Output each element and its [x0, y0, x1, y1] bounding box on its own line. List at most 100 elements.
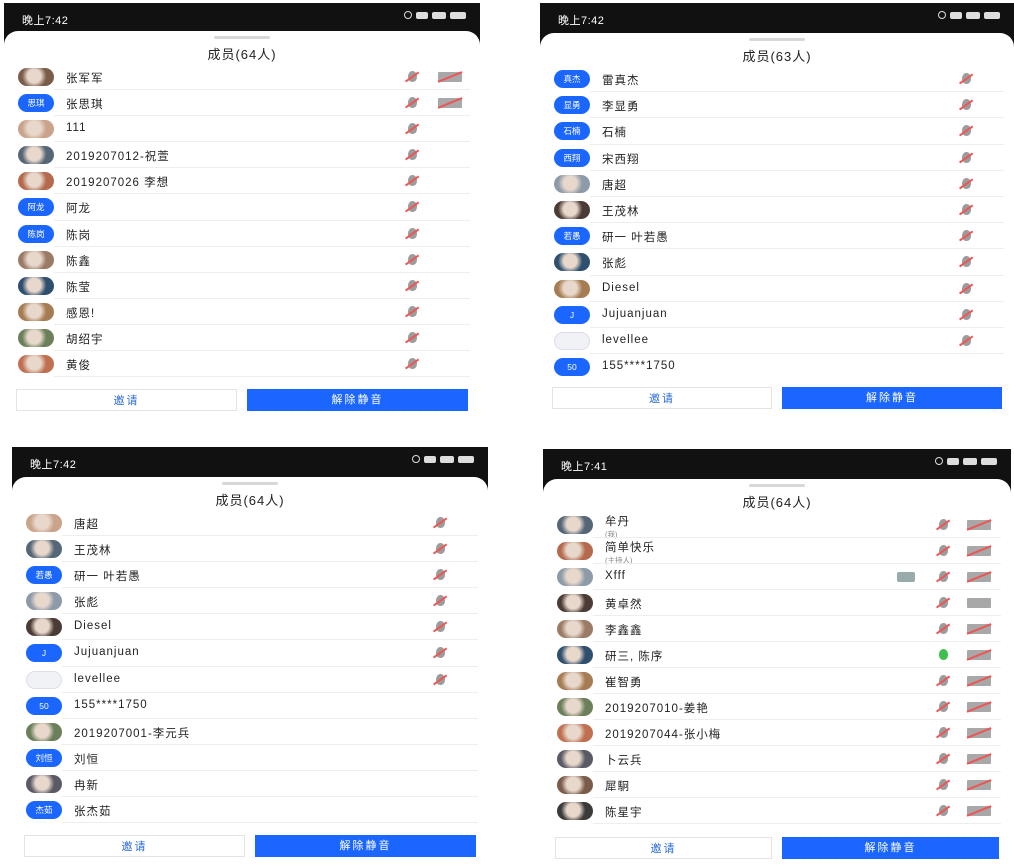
member-row[interactable]: 胡绍宇: [4, 325, 480, 352]
microphone-muted-icon[interactable]: [962, 230, 971, 242]
member-row[interactable]: 真杰 雷真杰: [540, 66, 1014, 93]
member-row[interactable]: 张军军: [4, 64, 480, 91]
microphone-muted-icon[interactable]: [962, 125, 971, 137]
microphone-muted-icon[interactable]: [939, 753, 948, 764]
microphone-muted-icon[interactable]: [939, 519, 948, 530]
drag-handle[interactable]: [749, 38, 805, 41]
member-row[interactable]: 李鑫鑫: [543, 616, 1011, 642]
microphone-muted-icon[interactable]: [436, 595, 445, 607]
microphone-muted-icon[interactable]: [408, 175, 417, 187]
member-row[interactable]: Diesel: [540, 276, 1014, 302]
member-row[interactable]: 唐超: [540, 171, 1014, 197]
member-row[interactable]: Xfff: [543, 564, 1011, 590]
invite-button[interactable]: 邀请: [555, 837, 772, 859]
camera-off-icon[interactable]: [967, 546, 991, 556]
camera-off-icon[interactable]: [967, 728, 991, 738]
drag-handle[interactable]: [222, 482, 278, 485]
microphone-muted-icon[interactable]: [939, 805, 948, 816]
invite-button[interactable]: 邀请: [24, 835, 245, 857]
member-row[interactable]: 若愚 研一 叶若愚: [540, 223, 1014, 250]
member-row[interactable]: 感恩!: [4, 299, 480, 325]
microphone-muted-icon[interactable]: [962, 177, 971, 189]
member-row[interactable]: 50 155****1750: [12, 693, 488, 719]
camera-off-icon[interactable]: [967, 520, 991, 530]
microphone-muted-icon[interactable]: [408, 201, 417, 213]
member-row[interactable]: 杰茹 张杰茹: [12, 797, 488, 824]
member-row[interactable]: 若愚 研一 叶若愚: [12, 562, 488, 589]
microphone-muted-icon[interactable]: [962, 256, 971, 268]
member-row[interactable]: 思琪 张思琪: [4, 90, 480, 117]
member-row[interactable]: 50 155****1750: [540, 354, 1014, 379]
unmute-all-button[interactable]: 解除静音: [782, 387, 1002, 409]
member-row[interactable]: 阿龙 阿龙: [4, 194, 480, 221]
microphone-muted-icon[interactable]: [962, 334, 971, 346]
microphone-muted-icon[interactable]: [408, 97, 417, 109]
microphone-icon[interactable]: [939, 649, 948, 660]
camera-off-icon[interactable]: [967, 754, 991, 764]
microphone-muted-icon[interactable]: [408, 71, 417, 82]
member-row[interactable]: 王茂林: [12, 536, 488, 563]
microphone-muted-icon[interactable]: [939, 701, 948, 712]
camera-off-icon[interactable]: [967, 780, 991, 790]
member-row[interactable]: 陈岗 陈岗: [4, 221, 480, 247]
drag-handle[interactable]: [214, 36, 270, 39]
member-row[interactable]: 2019207044-张小梅: [543, 720, 1011, 746]
member-row[interactable]: 研三, 陈序: [543, 642, 1011, 668]
unmute-all-button[interactable]: 解除静音: [255, 835, 476, 857]
member-row[interactable]: 西翔 宋西翔: [540, 145, 1014, 171]
microphone-muted-icon[interactable]: [939, 779, 948, 790]
microphone-muted-icon[interactable]: [962, 203, 971, 215]
microphone-muted-icon[interactable]: [436, 647, 445, 659]
microphone-muted-icon[interactable]: [436, 673, 445, 685]
member-row[interactable]: 2019207012-祝萱: [4, 142, 480, 169]
member-row[interactable]: 刘恒 刘恒: [12, 745, 488, 771]
microphone-muted-icon[interactable]: [962, 73, 971, 84]
member-row[interactable]: 牟丹 (我): [543, 512, 1011, 539]
member-row[interactable]: 陈鑫: [4, 247, 480, 273]
microphone-muted-icon[interactable]: [436, 517, 445, 528]
invite-button[interactable]: 邀请: [16, 389, 237, 411]
member-row[interactable]: 简单快乐 (主持人): [543, 538, 1011, 565]
member-row[interactable]: 张彪: [540, 249, 1014, 276]
microphone-muted-icon[interactable]: [939, 597, 948, 608]
microphone-muted-icon[interactable]: [939, 545, 948, 556]
microphone-muted-icon[interactable]: [436, 543, 445, 555]
microphone-muted-icon[interactable]: [939, 727, 948, 738]
camera-off-icon[interactable]: [967, 624, 991, 634]
unmute-all-button[interactable]: 解除静音: [782, 837, 999, 859]
microphone-muted-icon[interactable]: [436, 569, 445, 581]
microphone-muted-icon[interactable]: [939, 623, 948, 634]
member-row[interactable]: 唐超: [12, 510, 488, 537]
microphone-muted-icon[interactable]: [436, 621, 445, 633]
member-list[interactable]: 唐超 王茂林 若愚 研一 叶若愚 张彪 Diesel J Jujuanjuan levellee…: [12, 510, 488, 827]
microphone-muted-icon[interactable]: [408, 227, 417, 239]
camera-off-icon[interactable]: [438, 72, 462, 82]
member-row[interactable]: J Jujuanjuan: [12, 640, 488, 667]
microphone-muted-icon[interactable]: [408, 305, 417, 317]
member-row[interactable]: 2019207010-姜艳: [543, 694, 1011, 720]
member-row[interactable]: 冉新: [12, 771, 488, 798]
microphone-muted-icon[interactable]: [939, 571, 948, 582]
microphone-muted-icon[interactable]: [962, 99, 971, 111]
microphone-muted-icon[interactable]: [408, 253, 417, 265]
camera-off-icon[interactable]: [967, 572, 991, 582]
member-list[interactable]: 张军军 思琪 张思琪 111 2019207012-祝萱 2019207026 李想 阿龙阿…: [4, 64, 480, 381]
microphone-muted-icon[interactable]: [408, 279, 417, 291]
camera-off-icon[interactable]: [967, 702, 991, 712]
member-row[interactable]: 卜云兵: [543, 746, 1011, 772]
camera-off-icon[interactable]: [967, 676, 991, 686]
unmute-all-button[interactable]: 解除静音: [247, 389, 468, 411]
microphone-muted-icon[interactable]: [962, 282, 971, 294]
microphone-muted-icon[interactable]: [939, 675, 948, 686]
member-row[interactable]: J Jujuanjuan: [540, 302, 1014, 328]
camera-off-icon[interactable]: [967, 650, 991, 660]
member-row[interactable]: 犀駉: [543, 772, 1011, 798]
member-row[interactable]: 石楠 石楠: [540, 118, 1014, 145]
member-row[interactable]: 111: [4, 116, 480, 143]
camera-icon[interactable]: [967, 598, 991, 608]
member-row[interactable]: levellee: [540, 328, 1014, 355]
member-row[interactable]: 2019207001-李元兵: [12, 719, 488, 745]
member-list[interactable]: 真杰 雷真杰 显勇 李显勇 石楠 石楠 西翔 宋西翔 唐超 王茂林 若愚 研一 叶若愚 张彪 Diesel…: [540, 66, 1014, 379]
microphone-muted-icon[interactable]: [962, 308, 971, 320]
member-row[interactable]: 2019207026 李想: [4, 168, 480, 195]
